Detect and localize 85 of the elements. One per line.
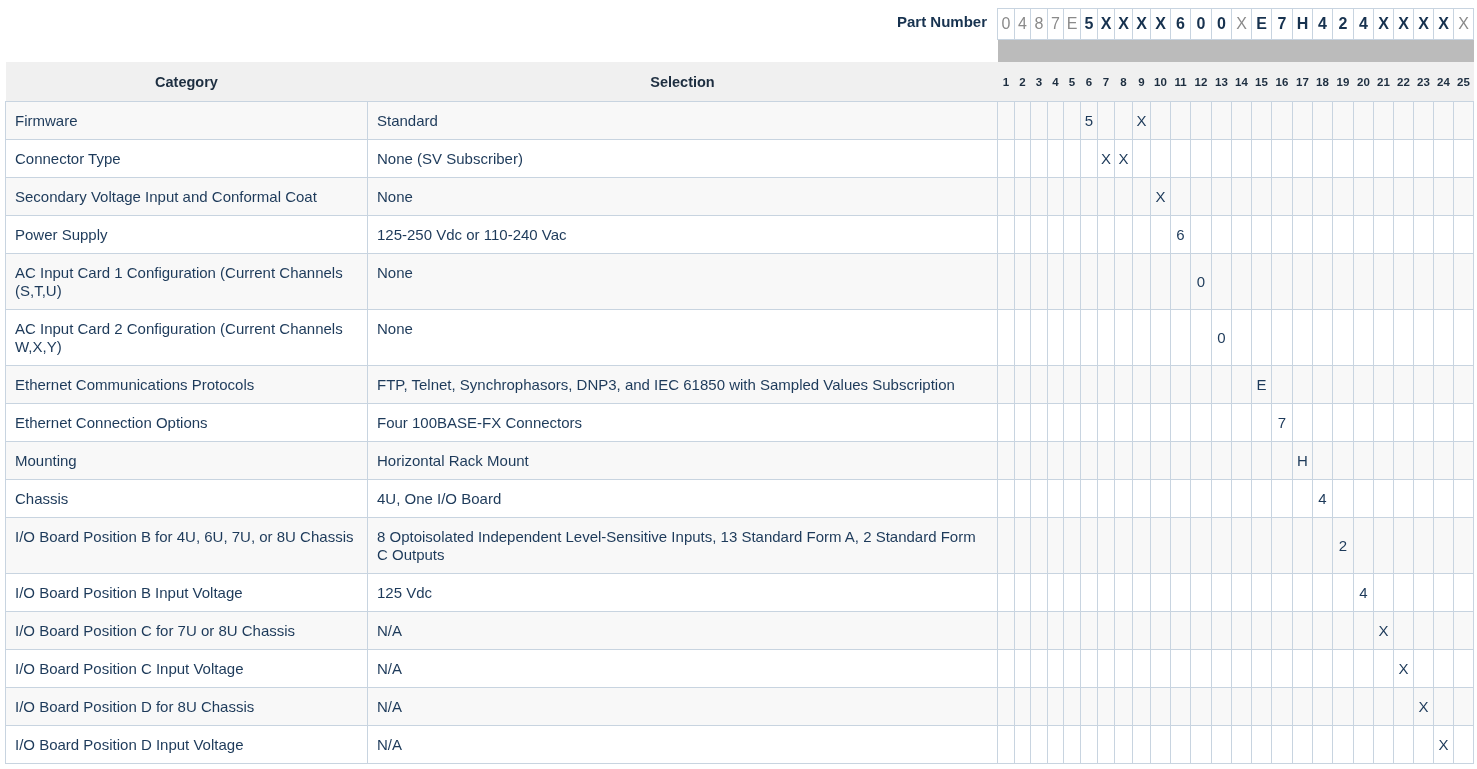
selection-cell: None	[367, 253, 998, 310]
position-number: 19	[1332, 62, 1354, 102]
category-cell: AC Input Card 1 Configuration (Current Channels (S,T,U)	[5, 253, 368, 310]
category-cell: Power Supply	[5, 215, 368, 254]
selection-cell: 8 Optoisolated Independent Level-Sensitive Inputs, 13 Standard Form A, 2 Standard Form C Outputs	[367, 517, 998, 574]
part-number-label: Part Number	[896, 12, 987, 30]
position-number: 15	[1251, 62, 1272, 102]
part-number-character: 7	[1271, 8, 1293, 40]
selection-cell: N/A	[367, 649, 998, 688]
selection-cell: None (SV Subscriber)	[367, 139, 998, 178]
part-number-character: X	[1373, 8, 1394, 40]
code-cell: 0	[1211, 309, 1232, 366]
position-number: 13	[1211, 62, 1232, 102]
part-number-character: 7	[1047, 8, 1064, 40]
code-cell: X	[1097, 139, 1115, 178]
position-number: 25	[1453, 62, 1474, 102]
part-number-character: 2	[1332, 8, 1354, 40]
part-number-character: X	[1097, 8, 1115, 40]
position-number: 18	[1312, 62, 1333, 102]
position-number: 12	[1190, 62, 1212, 102]
selection-cell: None	[367, 177, 998, 216]
position-number: 10	[1150, 62, 1171, 102]
part-number-character: 0	[1211, 8, 1232, 40]
position-number: 24	[1433, 62, 1454, 102]
selection-cell: 4U, One I/O Board	[367, 479, 998, 518]
part-number-character: 5	[1080, 8, 1098, 40]
position-number: 11	[1170, 62, 1191, 102]
part-number-character: 4	[1353, 8, 1374, 40]
category-cell: Mounting	[5, 441, 368, 480]
code-cell: X	[1433, 725, 1454, 764]
category-cell: I/O Board Position C Input Voltage	[5, 649, 368, 688]
part-number-character: 4	[1312, 8, 1333, 40]
category-cell: Ethernet Communications Protocols	[5, 365, 368, 404]
code-cell: 6	[1170, 215, 1191, 254]
selection-cell: None	[367, 309, 998, 366]
code-cell: X	[1393, 649, 1414, 688]
selection-cell: N/A	[367, 725, 998, 764]
part-number-character: 6	[1170, 8, 1191, 40]
category-cell: Chassis	[5, 479, 368, 518]
category-cell: I/O Board Position C for 7U or 8U Chassis	[5, 611, 368, 650]
part-number-character: 0	[997, 8, 1015, 40]
part-number-character: H	[1292, 8, 1313, 40]
part-number-character: X	[1114, 8, 1133, 40]
part-number-character: X	[1132, 8, 1151, 40]
position-number: 16	[1271, 62, 1293, 102]
part-number-character: E	[1251, 8, 1272, 40]
category-cell: I/O Board Position B for 4U, 6U, 7U, or 8U Chassis	[5, 517, 368, 574]
category-cell: AC Input Card 2 Configuration (Current Channels W,X,Y)	[5, 309, 368, 366]
category-cell: I/O Board Position D for 8U Chassis	[5, 687, 368, 726]
selection-cell: Standard	[367, 101, 998, 140]
category-cell: Ethernet Connection Options	[5, 403, 368, 442]
selection-cell: Four 100BASE-FX Connectors	[367, 403, 998, 442]
part-number-character: X	[1393, 8, 1414, 40]
selection-cell: Horizontal Rack Mount	[367, 441, 998, 480]
category-cell: Connector Type	[5, 139, 368, 178]
column-header: Selection	[367, 62, 998, 102]
position-number: 21	[1373, 62, 1394, 102]
part-number-character: E	[1063, 8, 1081, 40]
category-cell: Secondary Voltage Input and Conformal Coat	[5, 177, 368, 216]
category-cell: Firmware	[5, 101, 368, 140]
code-cell: 7	[1271, 403, 1293, 442]
part-number-character: 0	[1190, 8, 1212, 40]
position-number: 14	[1231, 62, 1252, 102]
part-number-character: 4	[1014, 8, 1031, 40]
code-cell: 4	[1312, 479, 1333, 518]
part-number-character: X	[1231, 8, 1252, 40]
position-number: 22	[1393, 62, 1414, 102]
part-number-character: X	[1453, 8, 1474, 40]
position-number: 17	[1292, 62, 1313, 102]
category-cell: I/O Board Position B Input Voltage	[5, 573, 368, 612]
selection-cell: FTP, Telnet, Synchrophasors, DNP3, and IEC 61850 with Sampled Values Subscription	[367, 365, 998, 404]
part-number-character: X	[1413, 8, 1434, 40]
selection-cell: 125-250 Vdc or 110-240 Vac	[367, 215, 998, 254]
selection-cell: 125 Vdc	[367, 573, 998, 612]
selection-cell: N/A	[367, 687, 998, 726]
selection-cell: N/A	[367, 611, 998, 650]
code-cell: 4	[1353, 573, 1374, 612]
code-cell: X	[1114, 139, 1133, 178]
position-number: 23	[1413, 62, 1434, 102]
part-number-character: X	[1150, 8, 1171, 40]
part-number-character: 8	[1030, 8, 1048, 40]
category-cell: I/O Board Position D Input Voltage	[5, 725, 368, 764]
column-header: Category	[5, 62, 368, 102]
part-number-character: X	[1433, 8, 1454, 40]
position-number: 20	[1353, 62, 1374, 102]
